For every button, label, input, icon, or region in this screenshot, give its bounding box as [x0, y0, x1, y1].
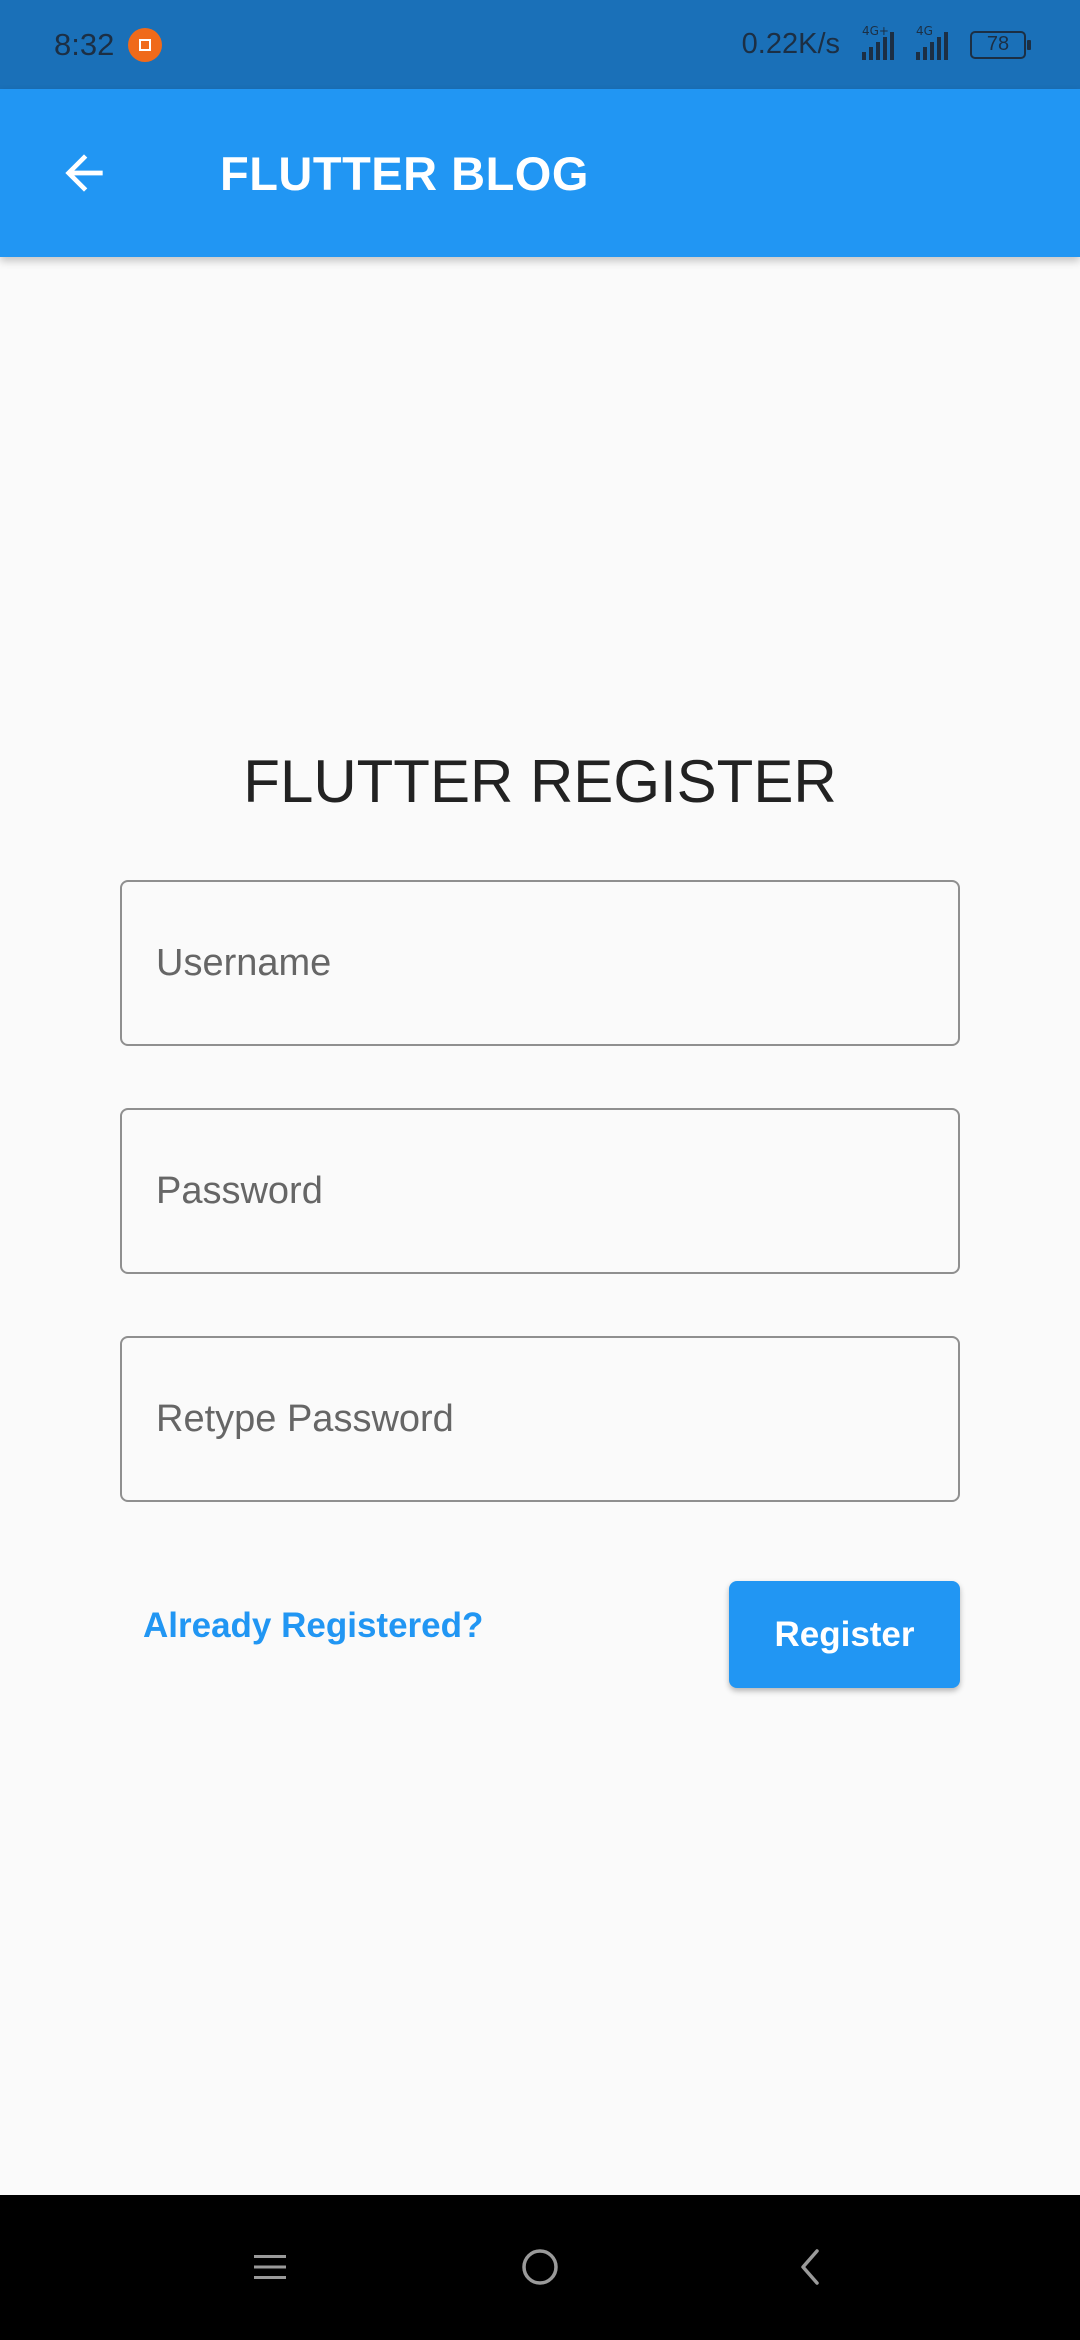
signal-strength-icon: 4G+ — [862, 24, 894, 60]
status-bar: 8:32 0.22K/s 4G+ 4G 78 — [0, 0, 1080, 89]
app-bar: FLUTTER BLOG — [0, 89, 1080, 257]
register-button[interactable]: Register — [729, 1581, 960, 1688]
menu-icon — [254, 2255, 286, 2279]
signal-tag: 4G+ — [862, 23, 889, 38]
recent-apps-button[interactable] — [238, 2235, 302, 2299]
already-registered-link[interactable]: Already Registered? — [143, 1606, 483, 1646]
retype-password-input[interactable] — [120, 1336, 960, 1502]
register-form: FLUTTER REGISTER Already Registered? Reg… — [0, 257, 1080, 2195]
system-back-button[interactable] — [778, 2235, 842, 2299]
form-title: FLUTTER REGISTER — [243, 748, 837, 815]
battery-level: 78 — [986, 33, 1010, 55]
home-button[interactable] — [508, 2235, 572, 2299]
signal-tag: 4G — [916, 23, 933, 38]
signal-strength-icon: 4G — [916, 24, 948, 60]
page-title: FLUTTER BLOG — [220, 146, 589, 200]
back-chevron-icon — [801, 2249, 819, 2285]
system-nav-bar — [0, 2195, 1080, 2340]
username-input[interactable] — [120, 880, 960, 1046]
back-button[interactable] — [36, 125, 132, 221]
password-input[interactable] — [120, 1108, 960, 1274]
battery-icon: 78 — [970, 30, 1031, 59]
status-time: 8:32 — [54, 26, 115, 62]
screen-record-icon — [128, 27, 163, 62]
arrow-back-icon — [65, 154, 103, 192]
status-indicators: 0.22K/s 4G+ 4G 78 — [741, 24, 1031, 61]
home-circle-icon — [522, 2249, 558, 2285]
network-speed: 0.22K/s — [741, 28, 840, 60]
